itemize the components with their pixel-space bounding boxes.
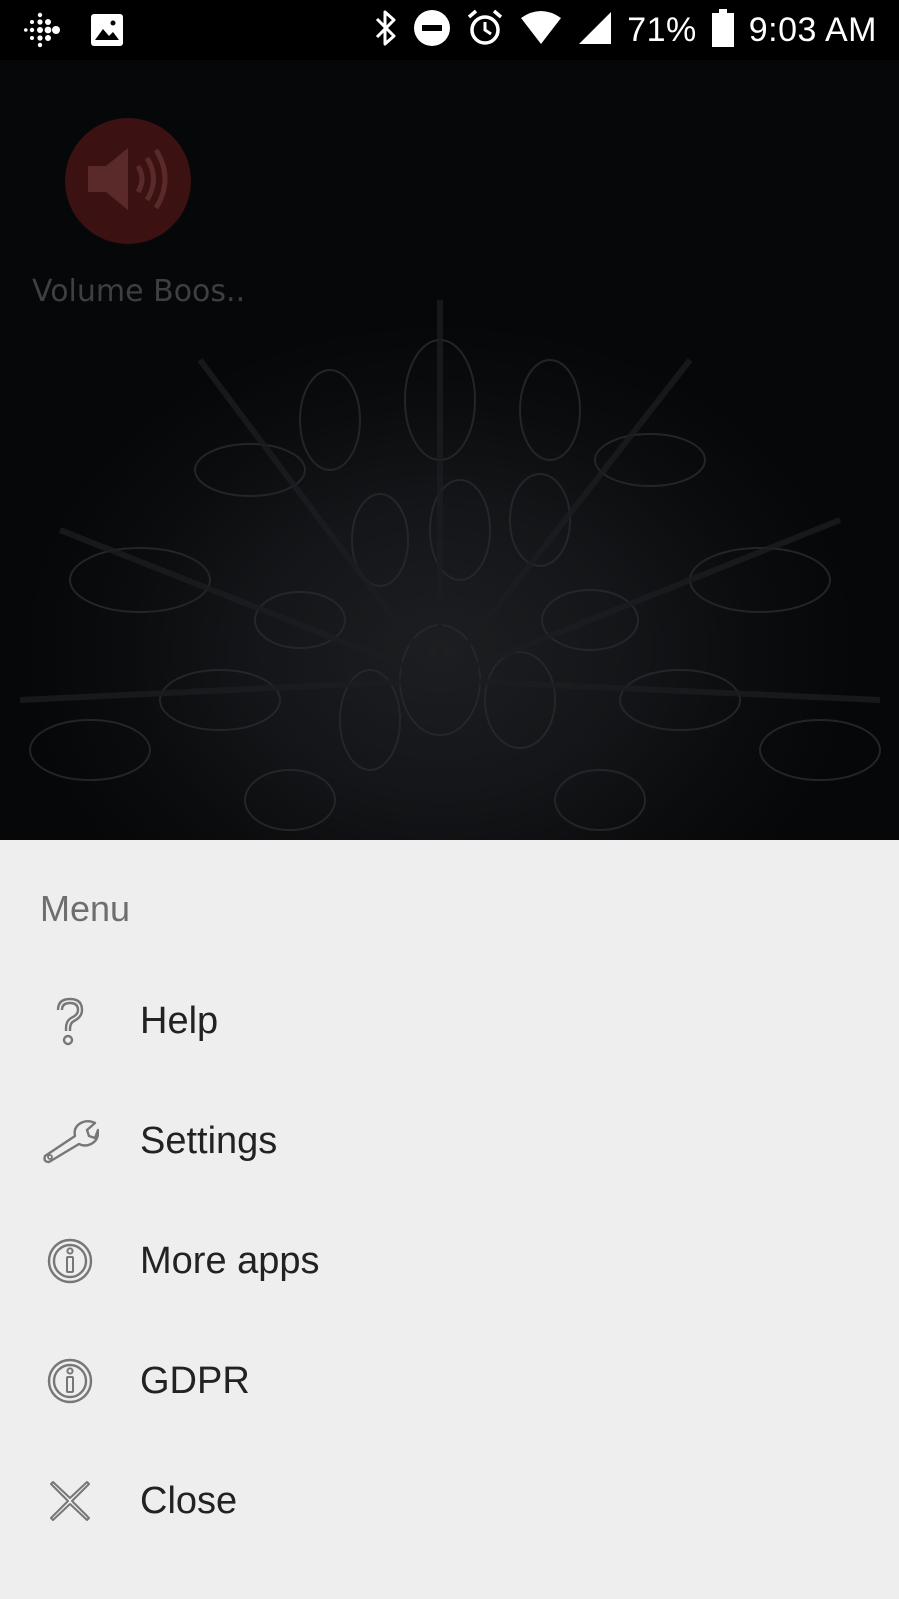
status-bar: 71% 9:03 AM bbox=[0, 0, 899, 60]
close-icon bbox=[40, 1471, 100, 1531]
battery-percent: 71% bbox=[627, 10, 697, 49]
wifi-icon bbox=[519, 10, 563, 51]
fitbit-icon bbox=[24, 12, 64, 53]
battery-icon bbox=[711, 8, 735, 53]
menu-bottom-sheet: Menu Help Settings More apps GDPR Close bbox=[0, 840, 899, 1599]
home-wallpaper[interactable]: Volume Boos.. bbox=[0, 60, 899, 840]
status-left bbox=[24, 12, 124, 53]
do-not-disturb-icon bbox=[413, 9, 451, 52]
menu-item-label: GDPR bbox=[140, 1359, 250, 1402]
clock-time: 9:03 AM bbox=[748, 10, 877, 49]
menu-item-label: Settings bbox=[140, 1119, 278, 1162]
app-icon-circle[interactable] bbox=[65, 118, 191, 244]
menu-item-more-apps[interactable]: More apps bbox=[0, 1206, 899, 1316]
menu-item-label: More apps bbox=[140, 1239, 320, 1282]
status-right: 71% 9:03 AM bbox=[373, 8, 877, 52]
cell-signal-icon bbox=[577, 10, 613, 51]
menu-item-close[interactable]: Close bbox=[0, 1446, 899, 1556]
alarm-icon bbox=[465, 8, 505, 53]
menu-item-settings[interactable]: Settings bbox=[0, 1086, 899, 1196]
screen: 71% 9:03 AM Volume Boos.. Menu Help Sett… bbox=[0, 0, 899, 1599]
menu-item-help[interactable]: Help bbox=[0, 966, 899, 1076]
speaker-icon bbox=[86, 144, 170, 219]
info-icon bbox=[40, 1231, 100, 1291]
question-icon bbox=[40, 991, 100, 1051]
app-shortcut-volume-booster[interactable]: Volume Boos.. bbox=[30, 118, 246, 309]
app-label: Volume Boos.. bbox=[32, 274, 246, 309]
menu-item-gdpr[interactable]: GDPR bbox=[0, 1326, 899, 1436]
menu-title: Menu bbox=[40, 888, 131, 929]
wrench-icon bbox=[40, 1111, 100, 1171]
menu-item-label: Close bbox=[140, 1479, 238, 1522]
info-icon bbox=[40, 1351, 100, 1411]
menu-item-label: Help bbox=[140, 999, 219, 1042]
image-icon bbox=[90, 13, 124, 52]
bluetooth-icon bbox=[373, 9, 399, 52]
